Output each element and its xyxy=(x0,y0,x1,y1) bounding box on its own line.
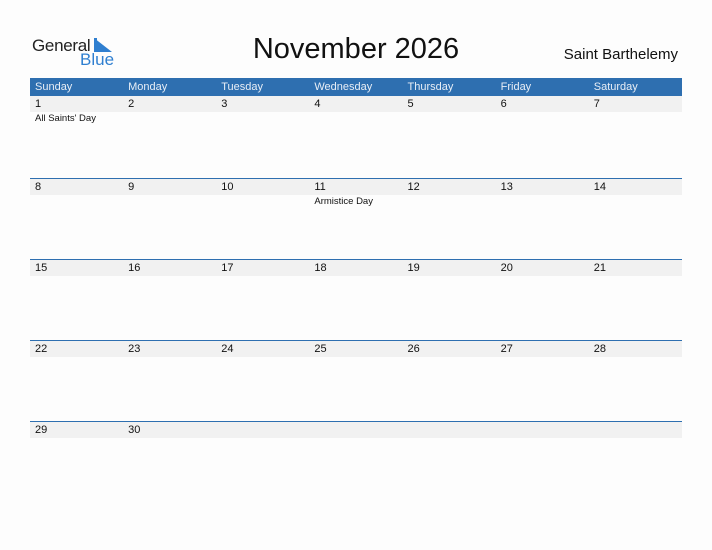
holiday-row: Armistice Day xyxy=(30,195,682,208)
day-number: 4 xyxy=(314,98,321,110)
week-row: 8 9 10 11 12 13 14 Armistice Day xyxy=(30,178,682,259)
day-number: 20 xyxy=(500,262,513,274)
day-number: 23 xyxy=(128,343,141,355)
day-number-band: 22 23 24 25 26 27 28 xyxy=(30,341,682,357)
holiday-label: All Saints' Day xyxy=(35,113,96,124)
day-number: 5 xyxy=(407,98,414,110)
day-number: 8 xyxy=(35,181,42,193)
holiday-label xyxy=(123,112,216,125)
week-row: 15 16 17 18 19 20 21 xyxy=(30,259,682,340)
weekday-friday: Friday xyxy=(500,81,532,93)
day-number: 2 xyxy=(128,98,135,110)
holiday-label xyxy=(589,112,682,125)
day-number: 25 xyxy=(314,343,327,355)
day-number: 11 xyxy=(314,181,326,193)
day-number xyxy=(216,422,309,438)
day-number: 7 xyxy=(593,98,600,110)
day-number: 30 xyxy=(128,424,141,436)
day-number: 12 xyxy=(407,181,420,193)
weekday-header: Sunday Monday Tuesday Wednesday Thursday… xyxy=(30,78,682,96)
day-number: 1 xyxy=(35,98,42,110)
day-number: 13 xyxy=(500,181,513,193)
holiday-label xyxy=(123,195,216,208)
day-number: 3 xyxy=(221,98,228,110)
weekday-wednesday: Wednesday xyxy=(314,81,373,93)
day-number: 19 xyxy=(407,262,420,274)
day-number: 9 xyxy=(128,181,135,193)
day-number xyxy=(496,422,589,438)
holiday-label xyxy=(496,195,589,208)
holiday-label xyxy=(403,112,496,125)
day-number: 15 xyxy=(35,262,48,274)
week-row: 1 2 3 4 5 6 7 All Saints' Day xyxy=(30,96,682,178)
holiday-label xyxy=(403,195,496,208)
day-number xyxy=(309,422,402,438)
day-number: 28 xyxy=(593,343,606,355)
day-number: 10 xyxy=(221,181,234,193)
day-number: 18 xyxy=(314,262,327,274)
day-number: 21 xyxy=(593,262,606,274)
day-number: 26 xyxy=(407,343,420,355)
weekday-saturday: Saturday xyxy=(593,81,638,93)
day-number: 22 xyxy=(35,343,48,355)
day-number xyxy=(403,422,496,438)
weekday-monday: Monday xyxy=(128,81,168,93)
day-number: 17 xyxy=(221,262,234,274)
holiday-label xyxy=(216,112,309,125)
day-number: 29 xyxy=(35,424,48,436)
calendar-grid: Sunday Monday Tuesday Wednesday Thursday… xyxy=(30,78,682,502)
day-number: 6 xyxy=(500,98,507,110)
day-number-band: 1 2 3 4 5 6 7 xyxy=(30,96,682,112)
week-row: 29 30 xyxy=(30,421,682,502)
day-number xyxy=(589,422,682,438)
holiday-label xyxy=(216,195,309,208)
day-number-band: 29 30 xyxy=(30,422,682,438)
month-year-title: November 2026 xyxy=(252,33,460,65)
weekday-tuesday: Tuesday xyxy=(221,81,264,93)
holiday-label xyxy=(589,195,682,208)
weekday-thursday: Thursday xyxy=(407,81,454,93)
holiday-label xyxy=(30,195,123,208)
day-number-band: 8 9 10 11 12 13 14 xyxy=(30,179,682,195)
day-number: 14 xyxy=(593,181,606,193)
weeks-container: 1 2 3 4 5 6 7 All Saints' Day 8 9 10 11 12 13 14 Armist… xyxy=(30,96,682,502)
day-number: 24 xyxy=(221,343,234,355)
day-number: 16 xyxy=(128,262,141,274)
day-number-band: 15 16 17 18 19 20 21 xyxy=(30,260,682,276)
day-number: 27 xyxy=(500,343,513,355)
holiday-row: All Saints' Day xyxy=(30,112,682,125)
holiday-label xyxy=(309,112,402,125)
week-row: 22 23 24 25 26 27 28 xyxy=(30,340,682,421)
holiday-label xyxy=(496,112,589,125)
holiday-label: Armistice Day xyxy=(314,196,373,207)
weekday-sunday: Sunday xyxy=(35,81,73,93)
country-label: Saint Barthelemy xyxy=(563,46,678,63)
